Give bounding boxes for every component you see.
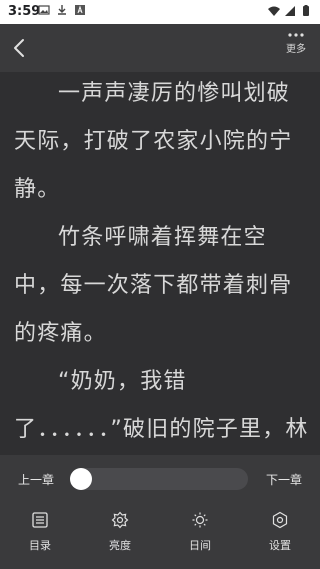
brightness-icon xyxy=(111,511,129,529)
signal-icon xyxy=(285,6,295,16)
bottom-tabs: 目录 亮度 日间 设置 xyxy=(0,511,320,561)
paragraph-1: 一声声凄厉的惨叫划破天际，打破了农家小院的宁静。 xyxy=(14,81,293,202)
download-icon xyxy=(58,5,66,15)
font-icon xyxy=(75,5,85,15)
tab-label: 目录 xyxy=(29,539,51,552)
more-label: 更多 xyxy=(286,44,306,55)
top-bar: 更多 xyxy=(0,24,320,72)
next-chapter-button[interactable]: 下一章 xyxy=(266,471,302,488)
tab-contents[interactable]: 目录 xyxy=(0,511,80,561)
wifi-icon xyxy=(268,6,280,16)
tab-label: 日间 xyxy=(189,539,211,552)
settings-icon xyxy=(272,511,288,529)
status-time: 3:59 xyxy=(8,4,41,19)
progress-slider[interactable] xyxy=(70,468,248,490)
sun-icon xyxy=(192,512,208,528)
chapter-nav: 上一章 下一章 xyxy=(0,455,320,503)
tab-label: 设置 xyxy=(269,539,291,552)
status-bar: 3:59 xyxy=(0,0,320,24)
battery-icon xyxy=(303,5,309,16)
prev-chapter-button[interactable]: 上一章 xyxy=(18,471,54,488)
tab-day-mode[interactable]: 日间 xyxy=(160,511,240,561)
list-icon xyxy=(32,512,48,528)
more-dots-icon xyxy=(288,33,304,37)
paragraph-2: 竹条呼啸着挥舞在空中，每一次落下都带着刺骨的疼痛。 xyxy=(14,225,293,346)
chevron-left-icon[interactable] xyxy=(6,34,34,62)
more-button[interactable]: 更多 xyxy=(282,32,310,68)
tab-brightness[interactable]: 亮度 xyxy=(80,511,160,561)
reading-area[interactable]: 一声声凄厉的惨叫划破天际，打破了农家小院的宁静。 竹条呼啸着挥舞在空中，每一次落… xyxy=(0,72,320,455)
tab-settings[interactable]: 设置 xyxy=(240,511,320,561)
paragraph-3: “奶奶，我错了．．．．．．”破旧的院子里，林盼儿蜷缩在地上，浑身上下没有一处完 xyxy=(14,369,309,442)
image-icon xyxy=(38,5,50,15)
status-icons-left xyxy=(38,4,86,16)
status-icons-right xyxy=(268,5,312,17)
tab-label: 亮度 xyxy=(109,539,131,552)
progress-thumb[interactable] xyxy=(70,468,92,490)
bottom-panel: 上一章 下一章 目录 亮度 日间 设置 xyxy=(0,455,320,569)
